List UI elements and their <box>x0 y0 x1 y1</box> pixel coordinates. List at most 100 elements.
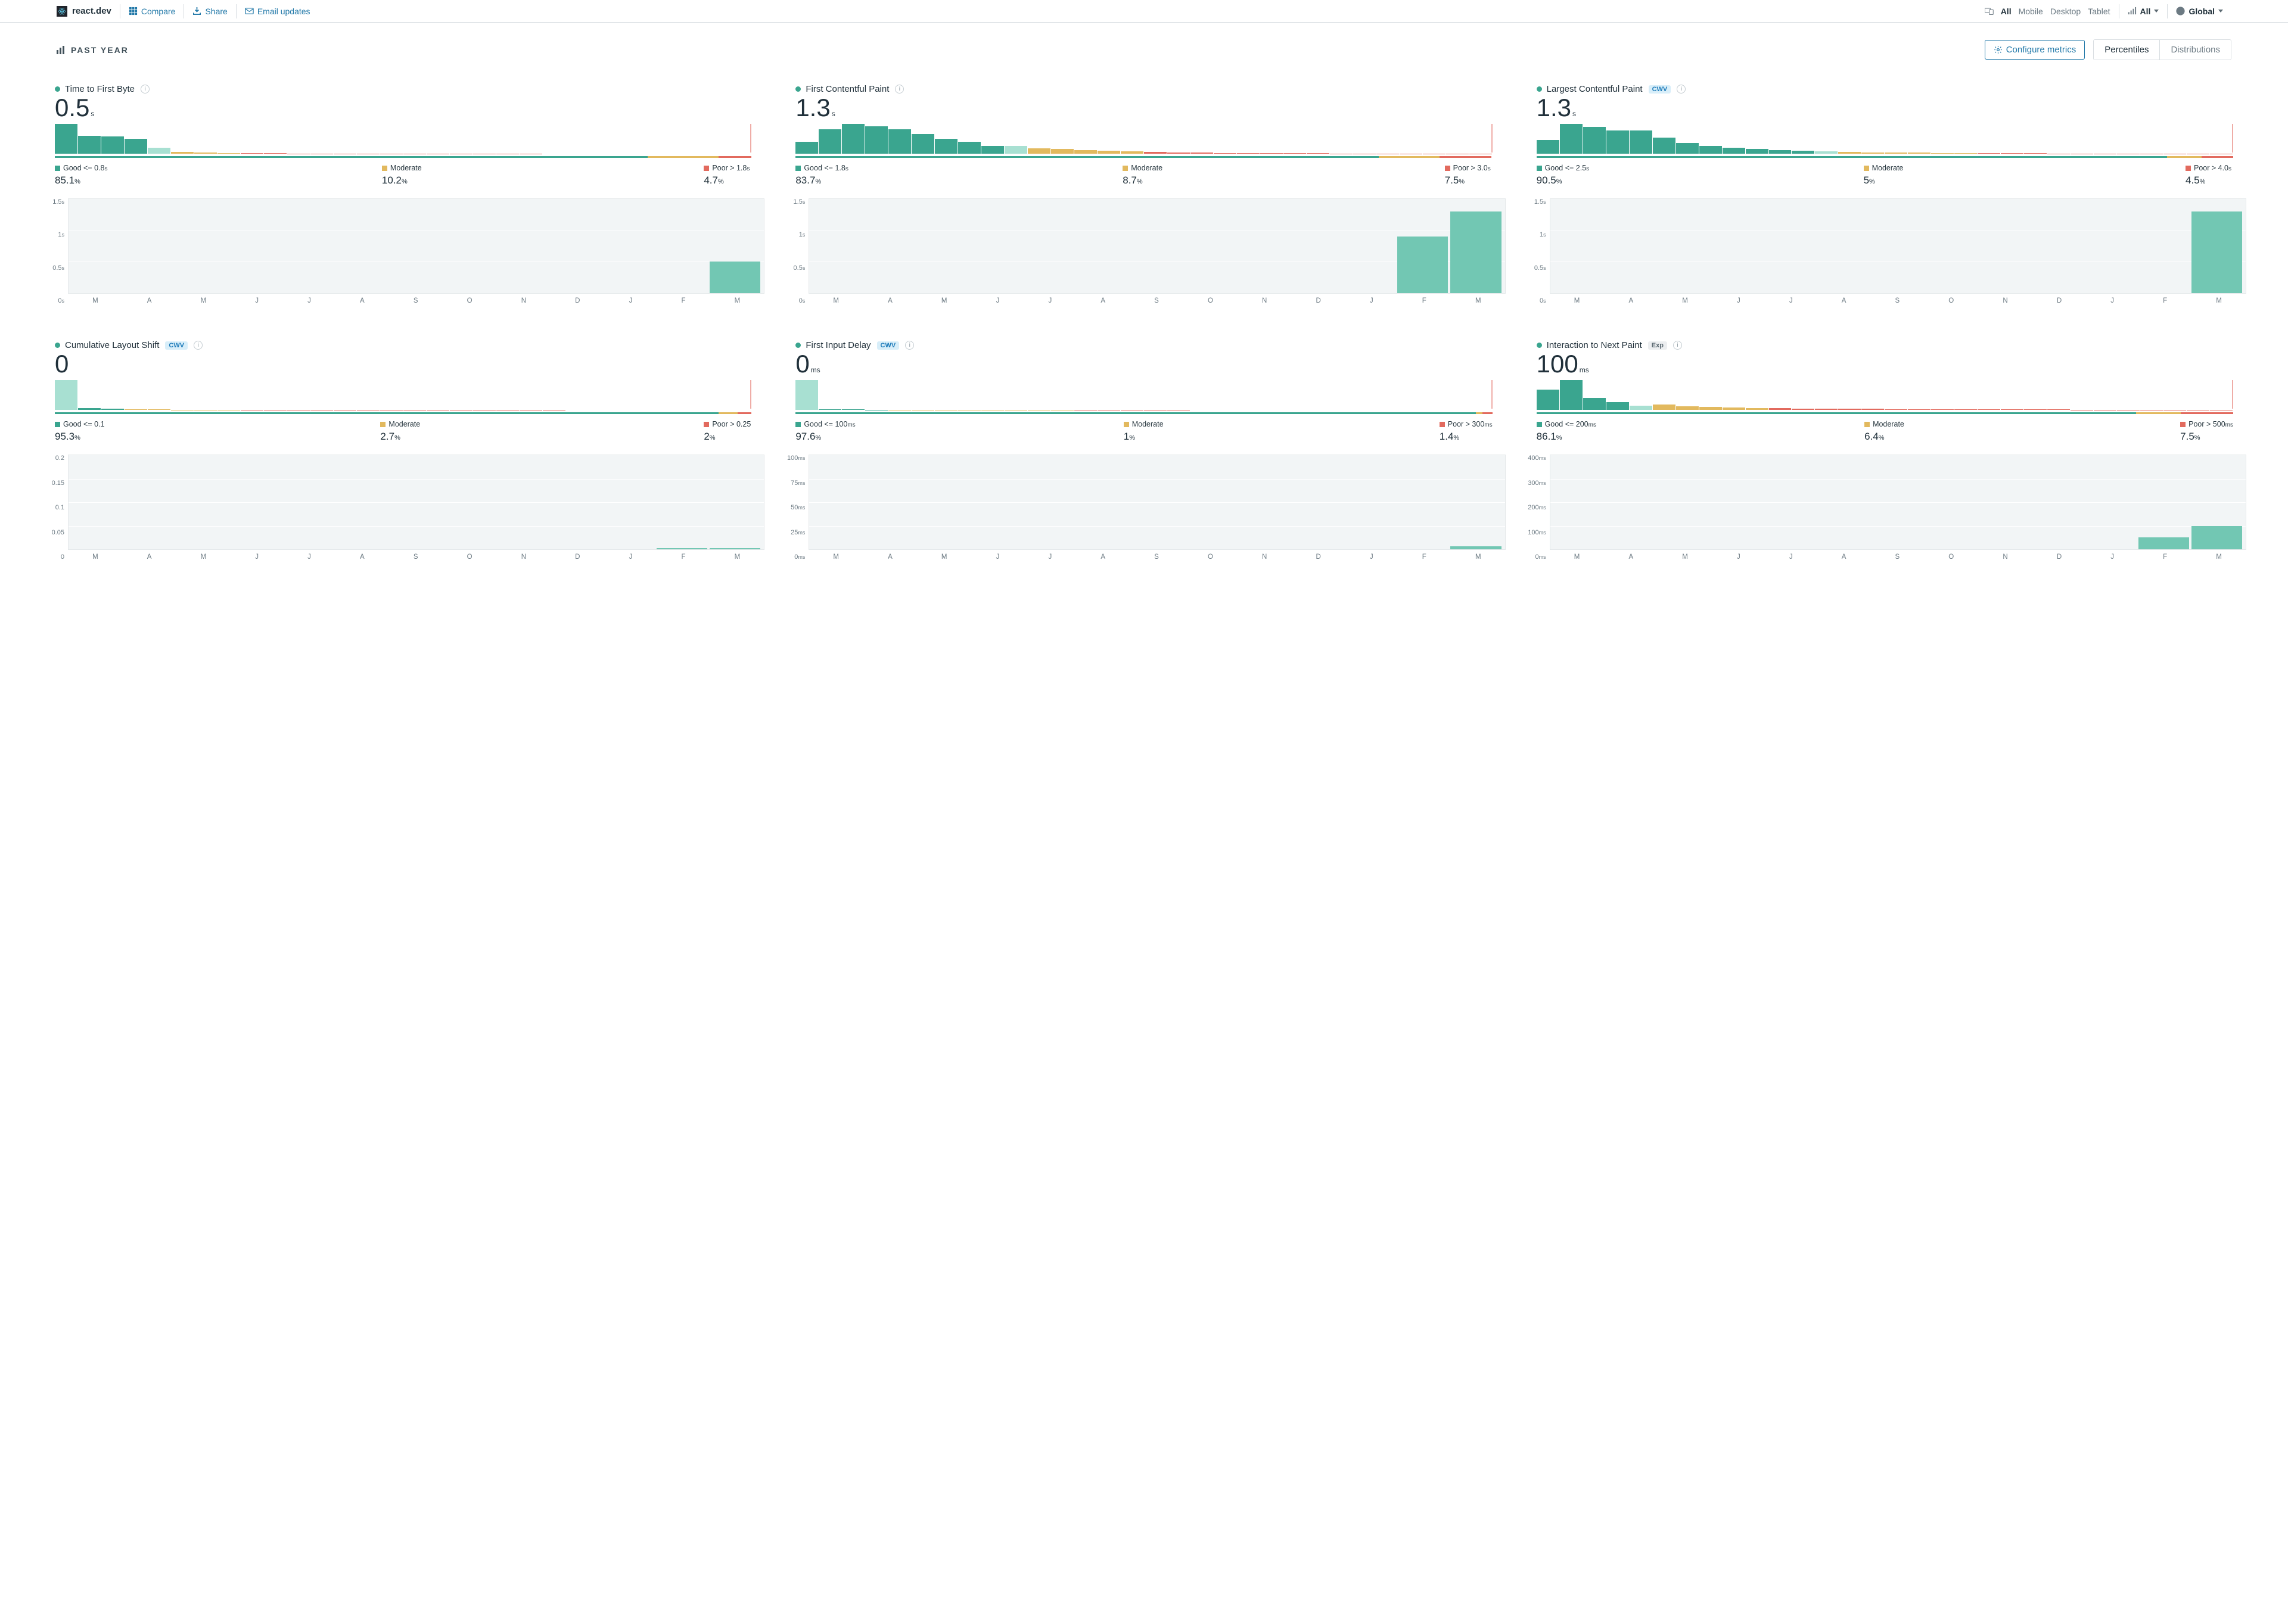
x-tick: S <box>414 297 418 304</box>
metric-legend: Good <= 2.5s 90.5% Moderate 5% Poor > 4.… <box>1524 158 2246 186</box>
monthly-chart: 400ms300ms200ms100ms0msMAMJJASONDJFM <box>1524 455 2246 561</box>
device-desktop[interactable]: Desktop <box>2050 7 2081 16</box>
compare-link[interactable]: Compare <box>120 4 185 18</box>
x-tick: J <box>1049 553 1052 561</box>
metric-header: Interaction to Next PaintExpi <box>1524 340 2246 350</box>
device-tablet[interactable]: Tablet <box>2088 7 2110 16</box>
x-tick: D <box>575 553 580 561</box>
legend-poor: Poor > 4.0s 4.5% <box>2186 164 2233 186</box>
legend-swatch-icon <box>1445 166 1450 171</box>
hist-bar <box>1028 148 1050 154</box>
legend-label: Moderate <box>1872 164 1904 172</box>
monthly-bars <box>809 455 1504 549</box>
legend-swatch-icon <box>1864 166 1869 171</box>
legend-moderate: Moderate 8.7% <box>1123 164 1170 186</box>
legend-label: Good <= 0.1 <box>63 420 105 428</box>
hist-bar <box>1908 153 1930 154</box>
configure-metrics-button[interactable]: Configure metrics <box>1985 40 2085 60</box>
region-dropdown[interactable]: Global <box>2168 4 2231 18</box>
legend-swatch-icon <box>1864 422 1870 427</box>
hist-bar <box>125 409 147 410</box>
month-bar <box>710 262 760 293</box>
x-tick: O <box>467 297 472 304</box>
x-tick: S <box>1154 297 1159 304</box>
info-icon[interactable]: i <box>895 85 904 94</box>
metric-value: 1.3s <box>1524 94 2246 124</box>
metric-title: First Input Delay <box>806 340 871 350</box>
metric-title: Interaction to Next Paint <box>1547 340 1642 350</box>
y-axis: 0.20.150.10.050 <box>42 455 68 561</box>
month-bar <box>1450 546 1501 549</box>
hist-bar <box>1931 409 1954 410</box>
legend-poor: Poor > 3.0s 7.5% <box>1445 164 1493 186</box>
x-tick: M <box>201 297 207 304</box>
gear-icon <box>1994 45 2003 54</box>
hist-bar <box>1537 140 1559 154</box>
legend-swatch-icon <box>704 422 709 427</box>
x-tick: J <box>1737 553 1740 561</box>
metric-fcp: First Contentful Painti1.3s Good <= 1.8s… <box>782 84 1505 304</box>
hist-bar <box>1537 390 1559 410</box>
info-icon[interactable]: i <box>905 341 914 350</box>
info-icon[interactable]: i <box>141 85 150 94</box>
x-tick: M <box>2216 297 2222 304</box>
month-bar <box>1397 237 1448 293</box>
x-tick: A <box>360 297 365 304</box>
hist-bar <box>1723 407 1745 410</box>
x-tick: S <box>1154 553 1159 561</box>
device-mobile[interactable]: Mobile <box>2019 7 2043 16</box>
devices-icon <box>1985 7 1994 15</box>
hist-bar <box>1861 409 1884 410</box>
x-tick: M <box>941 553 947 561</box>
hist-bar <box>1699 146 1722 154</box>
monthly-chart: 1.5s1s0.5s0sMAMJJASONDJFM <box>782 198 1505 304</box>
legend-swatch-icon <box>55 422 60 427</box>
hist-bar <box>1606 402 1629 410</box>
metric-legend: Good <= 0.1 95.3% Moderate 2.7% Poor > 0… <box>42 414 764 443</box>
x-tick: M <box>201 553 207 561</box>
x-tick: M <box>1682 297 1688 304</box>
hist-bar <box>264 153 287 154</box>
metric-value: 0.5s <box>42 94 764 124</box>
status-dot-icon <box>795 343 801 348</box>
legend-swatch-icon <box>382 166 387 171</box>
metric-legend: Good <= 200ms 86.1% Moderate 6.4% Poor >… <box>1524 414 2246 443</box>
x-tick: F <box>1422 297 1426 304</box>
hist-bar <box>55 380 77 410</box>
chevron-down-icon <box>2154 10 2159 13</box>
legend-pct: 85.1% <box>55 172 108 186</box>
hist-bar <box>1583 127 1606 154</box>
device-all[interactable]: All <box>2001 7 2012 16</box>
x-tick: A <box>888 553 893 561</box>
legend-label: Moderate <box>390 164 422 172</box>
share-link[interactable]: Share <box>184 4 236 18</box>
email-link[interactable]: Email updates <box>237 4 319 18</box>
plot-area <box>1550 455 2246 550</box>
month-bar <box>2138 537 2189 549</box>
y-tick: 0.5s <box>1524 265 1546 272</box>
monthly-bars <box>809 199 1504 293</box>
legend-pct: 1.4% <box>1440 428 1493 443</box>
metrics-grid: Time to First Bytei0.5s Good <= 0.8s 85.… <box>0 66 2288 584</box>
subheader: PAST YEAR Configure metrics Percentiles … <box>0 23 2288 66</box>
status-dot-icon <box>795 86 801 92</box>
info-icon[interactable]: i <box>1673 341 1682 350</box>
info-icon[interactable]: i <box>194 341 203 350</box>
x-tick: A <box>888 297 893 304</box>
distributions-tab[interactable]: Distributions <box>2159 40 2231 60</box>
x-tick: A <box>1842 553 1846 561</box>
metric-legend: Good <= 100ms 97.6% Moderate 1% Poor > 3… <box>782 414 1505 443</box>
x-tick: M <box>833 297 839 304</box>
legend-pct: 83.7% <box>795 172 848 186</box>
legend-label: Poor > 0.25 <box>712 420 751 428</box>
info-icon[interactable]: i <box>1677 85 1686 94</box>
percentiles-tab[interactable]: Percentiles <box>2094 40 2159 60</box>
monthly-chart: 1.5s1s0.5s0sMAMJJASONDJFM <box>42 198 764 304</box>
metric-header: First Contentful Painti <box>782 84 1505 94</box>
metric-ttfb: Time to First Bytei0.5s Good <= 0.8s 85.… <box>42 84 764 304</box>
legend-good: Good <= 1.8s 83.7% <box>795 164 848 186</box>
x-tick: N <box>1262 297 1267 304</box>
hist-bar <box>1931 153 1954 154</box>
hist-bar <box>1676 143 1699 154</box>
connection-dropdown[interactable]: All <box>2119 4 2168 18</box>
